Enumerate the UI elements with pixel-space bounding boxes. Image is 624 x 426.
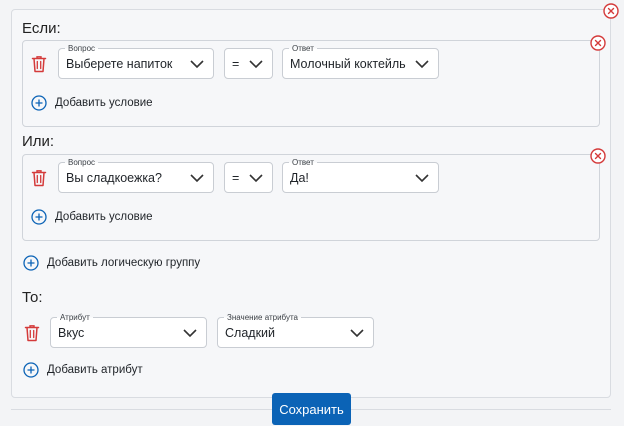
plus-circle-icon: [23, 362, 39, 378]
then-label: То:: [22, 289, 43, 306]
add-condition-button[interactable]: Добавить условие: [31, 209, 153, 225]
operator-select[interactable]: =: [224, 48, 273, 79]
if-label: Если:: [22, 20, 61, 37]
attribute-value: Вкус: [58, 325, 85, 340]
attribute-value-value: Сладкий: [225, 325, 275, 340]
question-select[interactable]: Вопрос Выберете напиток: [58, 43, 214, 79]
add-condition-button[interactable]: Добавить условие: [31, 95, 153, 111]
trash-icon[interactable]: [24, 324, 40, 342]
remove-group-close-icon[interactable]: [590, 35, 606, 51]
plus-circle-icon: [23, 255, 39, 271]
or-label: Или:: [22, 133, 55, 150]
add-logic-group-label: Добавить логическую группу: [47, 257, 201, 269]
attribute-select[interactable]: Атрибут Вкус: [50, 312, 207, 348]
add-condition-label: Добавить условие: [55, 97, 153, 109]
save-button[interactable]: Сохранить: [272, 393, 351, 425]
operator-value: =: [232, 170, 240, 185]
question-value: Вы сладкоежка?: [66, 170, 162, 185]
operator-select[interactable]: =: [224, 162, 273, 193]
chevron-down-icon: [183, 328, 197, 337]
add-attribute-button[interactable]: Добавить атрибут: [23, 362, 143, 378]
add-condition-label: Добавить условие: [55, 211, 153, 223]
chevron-down-icon: [415, 173, 429, 182]
remove-rule-close-icon[interactable]: [603, 3, 619, 19]
chevron-down-icon: [249, 59, 263, 68]
answer-select[interactable]: Ответ Молочный коктейль: [282, 43, 439, 79]
question-value: Выберете напиток: [66, 56, 173, 71]
chevron-down-icon: [350, 328, 364, 337]
plus-circle-icon: [31, 95, 47, 111]
add-logic-group-button[interactable]: Добавить логическую группу: [23, 255, 200, 271]
answer-value: Молочный коктейль: [290, 56, 406, 71]
operator-value: =: [232, 56, 240, 71]
attribute-value-select[interactable]: Значение атрибута Сладкий: [217, 312, 374, 348]
answer-select[interactable]: Ответ Да!: [282, 157, 439, 193]
trash-icon[interactable]: [31, 55, 47, 73]
chevron-down-icon: [190, 173, 204, 182]
remove-group-close-icon[interactable]: [590, 148, 606, 164]
add-attribute-label: Добавить атрибут: [47, 364, 143, 376]
trash-icon[interactable]: [31, 169, 47, 187]
chevron-down-icon: [415, 59, 429, 68]
plus-circle-icon: [31, 209, 47, 225]
chevron-down-icon: [249, 173, 263, 182]
chevron-down-icon: [190, 59, 204, 68]
question-select[interactable]: Вопрос Вы сладкоежка?: [58, 157, 214, 193]
answer-value: Да!: [290, 170, 309, 185]
